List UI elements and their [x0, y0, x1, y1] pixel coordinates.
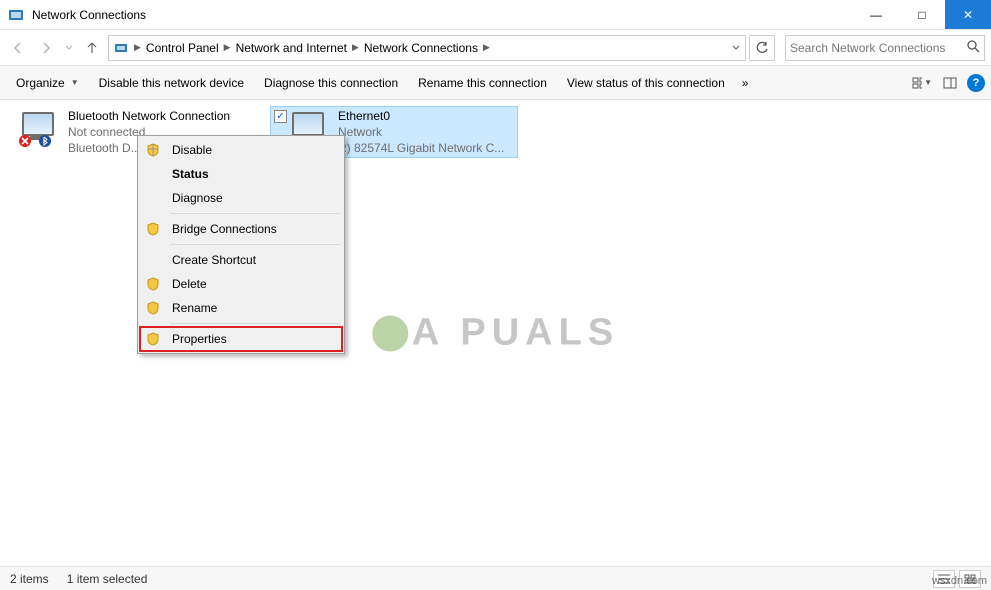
search-placeholder: Search Network Connections [790, 41, 945, 55]
ctx-bridge[interactable]: Bridge Connections [140, 217, 342, 241]
overflow-button[interactable]: » [735, 70, 756, 96]
crumb-label: Network Connections [364, 41, 478, 55]
shield-icon [145, 142, 161, 158]
min-glyph: — [870, 8, 882, 22]
breadcrumb-control-panel[interactable]: Control Panel [142, 36, 223, 60]
watermark-icon [372, 315, 408, 351]
ctx-status[interactable]: Status [140, 162, 342, 186]
organize-button[interactable]: Organize ▼ [6, 70, 89, 96]
window-buttons: — □ ✕ [853, 0, 991, 29]
ctx-label: Status [172, 167, 209, 181]
ctx-label: Bridge Connections [172, 222, 277, 236]
address-bar[interactable]: ▶ Control Panel ▶ Network and Internet ▶… [108, 35, 746, 61]
ctx-label: Properties [172, 332, 227, 346]
crumb-label: Network and Internet [236, 41, 347, 55]
overflow-glyph: » [742, 76, 749, 90]
breadcrumb-separator: ▶ [134, 42, 141, 53]
breadcrumb-network-connections[interactable]: Network Connections [360, 36, 482, 60]
refresh-icon [755, 41, 769, 55]
search-box[interactable]: Search Network Connections [785, 35, 985, 61]
connection-status: Network [338, 124, 504, 140]
ctx-properties[interactable]: Properties [140, 327, 342, 351]
ctx-delete[interactable]: Delete [140, 272, 342, 296]
breadcrumb-network-internet[interactable]: Network and Internet [232, 36, 351, 60]
view-icon [912, 76, 922, 90]
pane-icon [943, 76, 957, 90]
breadcrumb-separator: ▶ [352, 42, 359, 53]
chevron-down-icon [65, 44, 73, 52]
status-bar: 2 items 1 item selected [0, 566, 991, 590]
breadcrumb-separator: ▶ [224, 42, 231, 53]
error-badge-icon [18, 134, 32, 148]
watermark-text: A PUALS [412, 312, 619, 355]
up-button[interactable] [80, 36, 104, 60]
search-icon [966, 39, 980, 56]
ctx-separator [170, 213, 340, 214]
ctx-separator [170, 323, 340, 324]
item-count: 2 items [10, 572, 49, 586]
back-button[interactable] [6, 36, 30, 60]
selection-check-icon: ✓ [274, 110, 287, 123]
chevron-down-icon [732, 44, 740, 52]
ctx-rename[interactable]: Rename [140, 296, 342, 320]
connection-device: R) 82574L Gigabit Network C... [338, 140, 504, 156]
close-button[interactable]: ✕ [945, 0, 991, 29]
ctx-label: Delete [172, 277, 207, 291]
watermark: A PUALS [372, 312, 619, 355]
address-history-dropdown[interactable] [727, 36, 745, 60]
up-icon [84, 40, 100, 56]
bluetooth-badge-icon [38, 134, 52, 148]
preview-pane-button[interactable] [939, 72, 961, 94]
shield-icon [145, 276, 161, 292]
ctx-label: Create Shortcut [172, 253, 256, 267]
connection-name: Bluetooth Network Connection [68, 108, 230, 124]
ctx-diagnose[interactable]: Diagnose [140, 186, 342, 210]
selected-count: 1 item selected [67, 572, 148, 586]
ctx-label: Rename [172, 301, 217, 315]
shield-icon [145, 331, 161, 347]
connection-icon [16, 108, 64, 148]
address-row: ▶ Control Panel ▶ Network and Internet ▶… [0, 30, 991, 66]
connection-name: Ethernet0 [338, 108, 504, 124]
window-title: Network Connections [32, 8, 853, 22]
disable-device-button[interactable]: Disable this network device [89, 70, 254, 96]
chevron-down-icon: ▼ [71, 78, 79, 87]
forward-icon [38, 40, 54, 56]
forward-button[interactable] [34, 36, 58, 60]
content-area[interactable]: A PUALS Bluetooth Network Connection Not… [0, 100, 991, 566]
breadcrumb-separator: ▶ [483, 42, 490, 53]
recent-dropdown[interactable] [62, 36, 76, 60]
view-options-button[interactable]: ▼ [911, 72, 933, 94]
cmd-label: Rename this connection [418, 76, 547, 90]
cmd-label: Disable this network device [99, 76, 244, 90]
minimize-button[interactable]: — [853, 0, 899, 29]
app-icon [8, 7, 24, 23]
help-button[interactable]: ? [967, 74, 985, 92]
back-icon [10, 40, 26, 56]
ctx-create-shortcut[interactable]: Create Shortcut [140, 248, 342, 272]
shield-icon [145, 221, 161, 237]
command-bar: Organize ▼ Disable this network device D… [0, 66, 991, 100]
max-glyph: □ [918, 8, 925, 22]
diagnose-button[interactable]: Diagnose this connection [254, 70, 408, 96]
maximize-button[interactable]: □ [899, 0, 945, 29]
source-label: wsxdn.com [932, 575, 987, 587]
context-menu: Disable Status Diagnose Bridge Connectio… [137, 135, 345, 354]
cmd-label: View status of this connection [567, 76, 725, 90]
rename-button[interactable]: Rename this connection [408, 70, 557, 96]
ctx-label: Disable [172, 143, 212, 157]
crumb-label: Control Panel [146, 41, 219, 55]
ctx-label: Diagnose [172, 191, 223, 205]
ctx-disable[interactable]: Disable [140, 138, 342, 162]
shield-icon [145, 300, 161, 316]
close-glyph: ✕ [963, 8, 973, 22]
title-bar: Network Connections — □ ✕ [0, 0, 991, 30]
organize-label: Organize [16, 76, 65, 90]
refresh-button[interactable] [749, 35, 775, 61]
location-icon [113, 40, 129, 56]
view-status-button[interactable]: View status of this connection [557, 70, 735, 96]
cmd-label: Diagnose this connection [264, 76, 398, 90]
chevron-down-icon: ▼ [924, 78, 932, 87]
ctx-separator [170, 244, 340, 245]
